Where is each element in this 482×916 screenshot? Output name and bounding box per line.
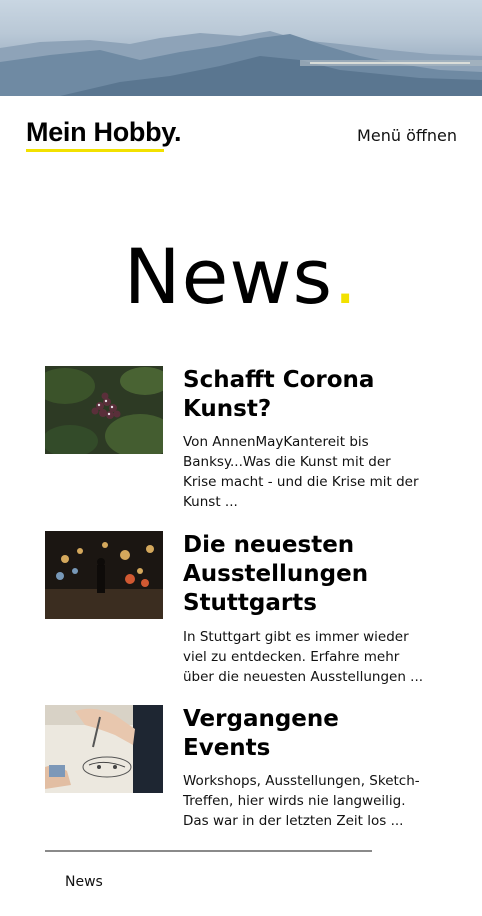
footer-nav-news[interactable]: News (65, 874, 103, 890)
article-thumbnail-sketching[interactable] (45, 705, 163, 793)
article-excerpt: Workshops, Ausstellungen, Sketch-Treffen… (183, 773, 420, 829)
page-title-text: News (123, 231, 334, 321)
page-title-dot: . (333, 231, 359, 321)
article-title[interactable]: Die neuesten Ausstellungen Stuttgarts (183, 531, 433, 618)
article-excerpt: Von AnnenMayKantereit bis Banksy...Was d… (183, 434, 419, 510)
hero-landscape-image (0, 0, 482, 96)
article-excerpt: In Stuttgart gibt es immer wieder viel z… (183, 629, 424, 685)
article-title[interactable]: Schafft Corona Kunst? (183, 366, 433, 424)
article-title[interactable]: Vergangene Events (183, 705, 433, 763)
article-thumbnail-flower[interactable] (45, 366, 163, 454)
article-card[interactable]: Schafft Corona Kunst? Von AnnenMayKanter… (45, 366, 435, 516)
article-thumbnail-night-street[interactable] (45, 531, 163, 619)
article-card[interactable]: Die neuesten Ausstellungen Stuttgarts In… (45, 531, 435, 691)
logo-underline (26, 149, 164, 152)
page-title: News. (0, 238, 482, 315)
article-card[interactable]: Vergangene Events Workshops, Ausstellung… (45, 705, 435, 835)
site-logo[interactable]: Mein Hobby. (26, 117, 182, 148)
footer-divider (45, 850, 372, 852)
menu-open-button[interactable]: Menü öffnen (357, 126, 457, 145)
